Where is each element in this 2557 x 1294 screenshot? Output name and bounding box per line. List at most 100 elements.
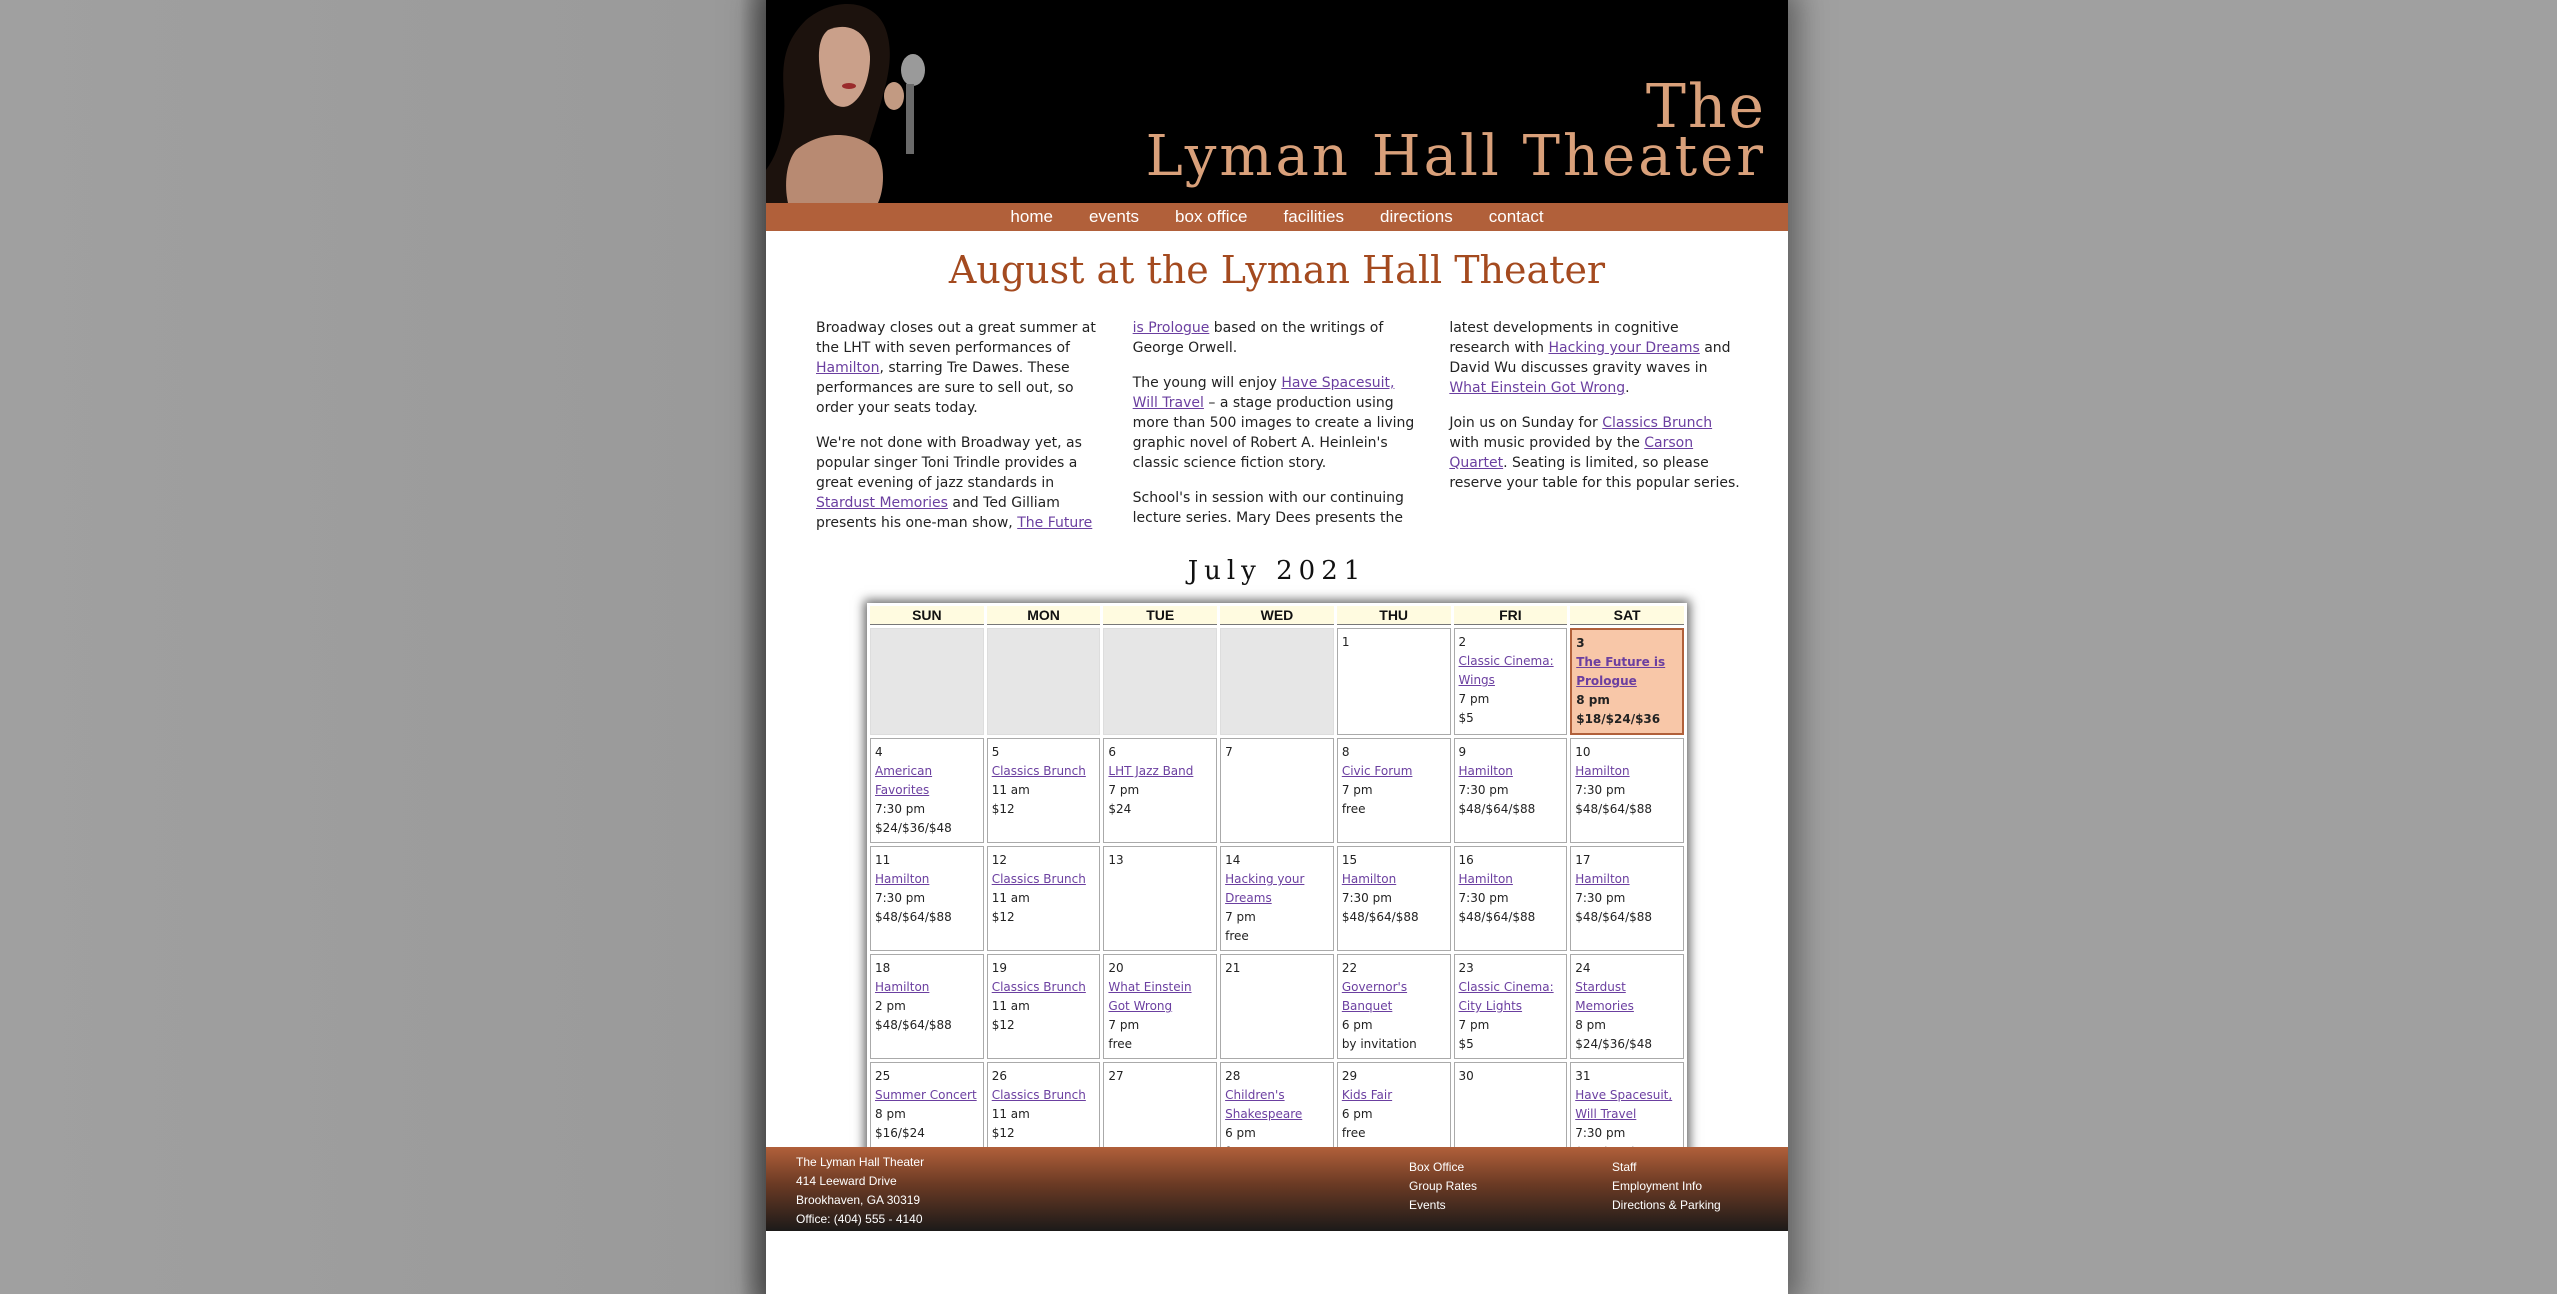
event-price: $24/$36/$48 xyxy=(875,821,952,835)
calendar-empty-cell xyxy=(1220,628,1334,735)
day-number: 31 xyxy=(1575,1069,1591,1083)
calendar-event-link[interactable]: Hamilton xyxy=(875,870,979,889)
calendar-event-link[interactable]: Governor's Banquet xyxy=(1342,978,1446,1016)
footer-link-events[interactable]: Events xyxy=(1409,1196,1477,1215)
calendar: SUN MON TUE WED THU FRI SAT 1 2 Classic Cinema: … xyxy=(867,603,1687,1170)
calendar-day-cell: 24 Stardust Memories 8 pm $24/$36/$48 xyxy=(1570,954,1684,1059)
intro-paragraph: Join us on Sunday for Classics Brunch wi… xyxy=(1449,415,1740,491)
calendar-event-link[interactable]: Children's Shakespeare xyxy=(1225,1086,1329,1124)
calendar-event-link[interactable]: American Favorites xyxy=(875,762,979,800)
calendar-day-cell: 12 Classics Brunch 11 am $12 xyxy=(986,846,1101,951)
event-link[interactable]: What Einstein Got Wrong xyxy=(1449,380,1625,396)
nav-directions[interactable]: directions xyxy=(1362,203,1471,231)
site-title: Lyman Hall Theater xyxy=(1145,124,1766,189)
nav-box-office[interactable]: box office xyxy=(1157,203,1265,231)
event-price: by invitation xyxy=(1341,1037,1417,1051)
event-link[interactable]: Stardust Memories xyxy=(816,495,948,511)
event-link[interactable]: Have Spacesuit, Will Travel xyxy=(1133,375,1395,411)
event-time: 11 am xyxy=(991,999,1030,1013)
event-time: 7:30 pm xyxy=(875,802,926,816)
event-time: 6 pm xyxy=(1341,1018,1373,1032)
nav-contact[interactable]: contact xyxy=(1471,203,1562,231)
calendar-empty-cell xyxy=(986,628,1101,735)
event-link[interactable]: Classics Brunch xyxy=(1602,415,1712,431)
calendar-event-link[interactable]: Classics Brunch xyxy=(992,870,1096,889)
page-heading: August at the Lyman Hall Theater xyxy=(948,248,1606,292)
calendar-day-cell: 2 Classic Cinema: Wings 7 pm $5 xyxy=(1453,628,1568,735)
footer-link-group-rates[interactable]: Group Rates xyxy=(1409,1177,1477,1196)
calendar-day-cell: 4 American Favorites 7:30 pm $24/$36/$48 xyxy=(870,738,984,843)
calendar-event-link[interactable]: What Einstein Got Wrong xyxy=(1108,978,1212,1016)
day-number: 16 xyxy=(1458,853,1474,867)
calendar-day-cell: 7 xyxy=(1220,738,1334,843)
calendar-event-link[interactable]: Hamilton xyxy=(1575,762,1679,781)
day-number: 3 xyxy=(1576,636,1585,650)
day-number: 4 xyxy=(875,745,883,759)
page-container: The Lyman Hall Theater home events box o… xyxy=(766,0,1788,1294)
calendar-event-link[interactable]: Civic Forum xyxy=(1342,762,1446,781)
calendar-event-link[interactable]: Hamilton xyxy=(875,978,979,997)
event-price: $48/$64/$88 xyxy=(1458,802,1536,816)
calendar-event-link[interactable]: Stardust Memories xyxy=(1575,978,1679,1016)
calendar-event-link[interactable]: Hamilton xyxy=(1459,762,1563,781)
day-number: 8 xyxy=(1341,745,1350,759)
calendar-week-row: 4 American Favorites 7:30 pm $24/$36/$48 5 Cl… xyxy=(870,738,1684,843)
footer-link-box-office[interactable]: Box Office xyxy=(1409,1158,1477,1177)
calendar-day-cell: 15 Hamilton 7:30 pm $48/$64/$88 xyxy=(1336,846,1451,951)
event-price: $5 xyxy=(1458,711,1474,725)
event-time: 2 pm xyxy=(875,999,906,1013)
nav-events[interactable]: events xyxy=(1071,203,1157,231)
event-link[interactable]: Hacking your Dreams xyxy=(1548,340,1699,356)
event-price: $48/$64/$88 xyxy=(1458,910,1536,924)
calendar-event-link[interactable]: Kids Fair xyxy=(1342,1086,1446,1105)
calendar-event-link[interactable]: Summer Concert xyxy=(875,1086,979,1105)
calendar-day-cell: 5 Classics Brunch 11 am $12 xyxy=(986,738,1101,843)
calendar-event-link[interactable]: Classic Cinema: City Lights xyxy=(1459,978,1563,1016)
event-price: $5 xyxy=(1458,1037,1474,1051)
event-time: 7:30 pm xyxy=(1575,891,1626,905)
calendar-day-cell: 11 Hamilton 7:30 pm $48/$64/$88 xyxy=(870,846,984,951)
footer-link-staff[interactable]: Staff xyxy=(1612,1158,1721,1177)
calendar-event-link[interactable]: Hamilton xyxy=(1459,870,1563,889)
event-link[interactable]: Carson Quartet xyxy=(1449,435,1693,471)
weekday-header: SUN xyxy=(870,606,984,625)
calendar-event-link[interactable]: Hamilton xyxy=(1342,870,1446,889)
event-price: $12 xyxy=(991,1018,1015,1032)
day-number: 9 xyxy=(1458,745,1467,759)
calendar-event-link[interactable]: The Future is Prologue xyxy=(1576,653,1678,691)
site-header: The Lyman Hall Theater xyxy=(766,0,1788,203)
calendar-event-link[interactable]: LHT Jazz Band xyxy=(1108,762,1212,781)
calendar-event-link[interactable]: Classic Cinema: Wings xyxy=(1459,652,1563,690)
event-price: $48/$64/$88 xyxy=(875,1018,952,1032)
calendar-week-row: 18 Hamilton 2 pm $48/$64/$88 19 Classics Brun… xyxy=(870,954,1684,1059)
footer-link-directions-parking[interactable]: Directions & Parking xyxy=(1612,1196,1721,1215)
day-number: 28 xyxy=(1225,1069,1241,1083)
footer-link-employment[interactable]: Employment Info xyxy=(1612,1177,1721,1196)
calendar-event-link[interactable]: Classics Brunch xyxy=(992,762,1096,781)
calendar-event-link[interactable]: Have Spacesuit, Will Travel xyxy=(1575,1086,1679,1124)
event-time: 7:30 pm xyxy=(1575,783,1626,797)
event-link[interactable]: Hamilton xyxy=(816,360,879,376)
calendar-day-cell: 1 xyxy=(1336,628,1451,735)
event-time: 11 am xyxy=(991,1107,1030,1121)
day-number: 10 xyxy=(1575,745,1591,759)
event-price: $48/$64/$88 xyxy=(1575,910,1653,924)
calendar-event-link[interactable]: Hacking your Dreams xyxy=(1225,870,1329,908)
calendar-table: SUN MON TUE WED THU FRI SAT 1 2 Classic Cinema: … xyxy=(867,603,1687,1170)
nav-home[interactable]: home xyxy=(992,203,1071,231)
weekday-header: FRI xyxy=(1453,606,1568,625)
day-number: 11 xyxy=(875,853,891,867)
calendar-event-link[interactable]: Classics Brunch xyxy=(992,978,1096,997)
site-footer: The Lyman Hall Theater 414 Leeward Drive… xyxy=(766,1147,1788,1231)
event-time: 7 pm xyxy=(1108,783,1140,797)
event-time: 8 pm xyxy=(1575,1018,1606,1032)
calendar-day-cell: 21 xyxy=(1220,954,1334,1059)
calendar-event-link[interactable]: Hamilton xyxy=(1575,870,1679,889)
calendar-title: July 2021 xyxy=(1187,556,1367,586)
calendar-day-cell: 10 Hamilton 7:30 pm $48/$64/$88 xyxy=(1570,738,1684,843)
calendar-event-link[interactable]: Classics Brunch xyxy=(992,1086,1096,1105)
day-number: 30 xyxy=(1458,1069,1474,1083)
day-number: 18 xyxy=(875,961,891,975)
nav-facilities[interactable]: facilities xyxy=(1266,203,1362,231)
calendar-week-row: 11 Hamilton 7:30 pm $48/$64/$88 12 Classics B… xyxy=(870,846,1684,951)
